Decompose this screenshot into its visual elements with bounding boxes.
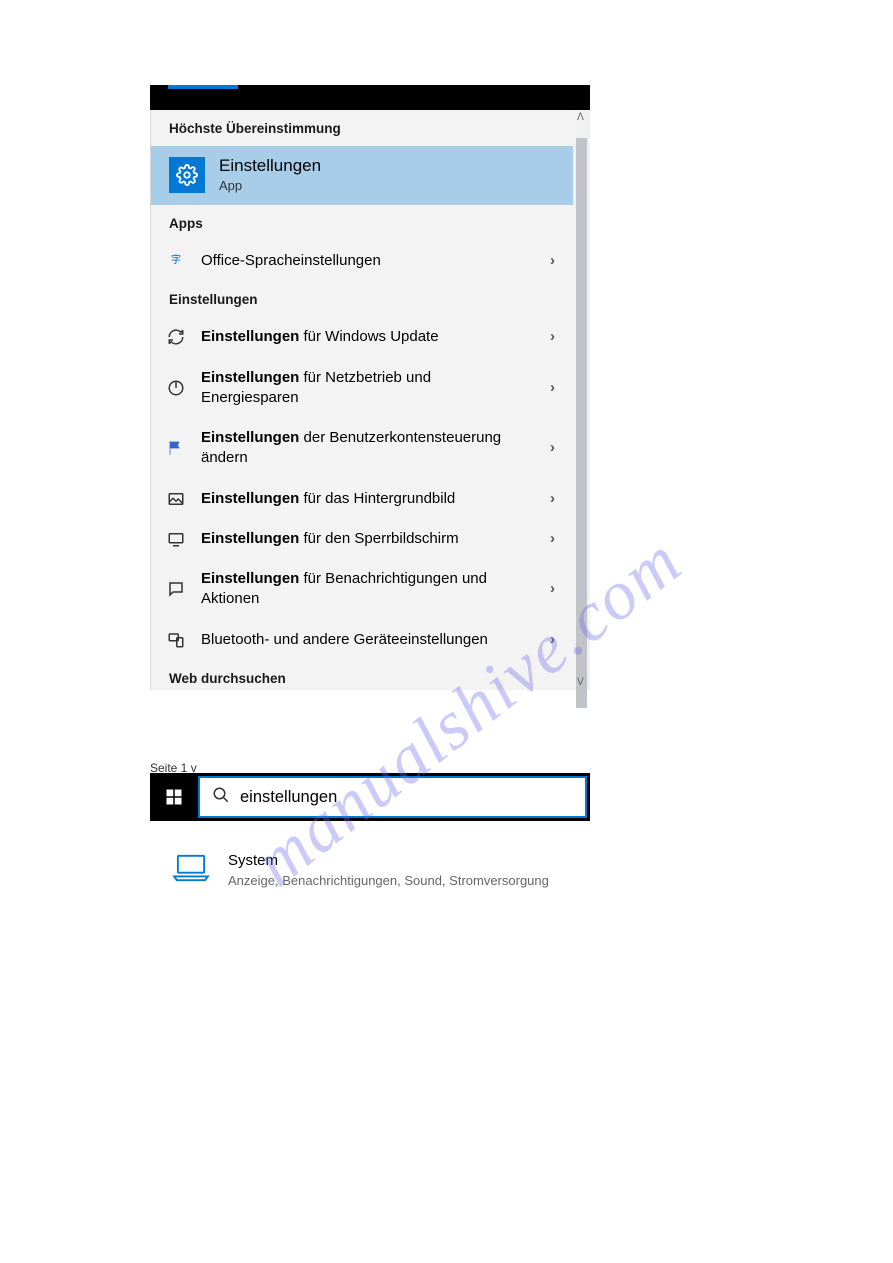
search-results-panel: ᐱ ᐯ Höchste Übereinstimmung Einstellunge…	[150, 110, 590, 690]
settings-header: Einstellungen	[151, 281, 573, 317]
result-bluetooth[interactable]: Bluetooth- und andere Geräteeinstellunge…	[151, 620, 573, 660]
best-match-title: Einstellungen	[219, 156, 321, 176]
chevron-right-icon: ›	[550, 251, 555, 271]
scroll-down-icon[interactable]: ᐯ	[577, 677, 584, 688]
system-settings-tile[interactable]: System Anzeige, Benachrichtigungen, Soun…	[172, 852, 549, 890]
result-label: Einstellungen für den Sperrbildschirm	[201, 529, 536, 549]
language-icon: 字	[165, 254, 187, 268]
result-label: Einstellungen für Benachrichtigungen und…	[201, 569, 536, 610]
chevron-right-icon: ›	[550, 489, 555, 509]
result-windows-update[interactable]: Einstellungen für Windows Update ›	[151, 317, 573, 357]
result-office-language[interactable]: 字 Office-Spracheinstellungen ›	[151, 241, 573, 281]
result-label: Office-Spracheinstellungen	[201, 251, 536, 271]
result-label: Einstellungen für das Hintergrundbild	[201, 489, 536, 509]
chevron-right-icon: ›	[550, 630, 555, 650]
results-content: Höchste Übereinstimmung Einstellungen Ap…	[151, 110, 573, 690]
chevron-right-icon: ›	[550, 378, 555, 398]
result-label: Einstellungen für Netzbetrieb und Energi…	[201, 368, 536, 409]
best-match-subtitle: App	[219, 178, 321, 193]
result-label: Bluetooth- und andere Geräteeinstellunge…	[201, 630, 536, 650]
system-tile-desc: Anzeige, Benachrichtigungen, Sound, Stro…	[228, 872, 549, 890]
chevron-right-icon: ›	[550, 579, 555, 599]
result-notifications[interactable]: Einstellungen für Benachrichtigungen und…	[151, 559, 573, 620]
chevron-right-icon: ›	[550, 529, 555, 549]
apps-header: Apps	[151, 205, 573, 241]
windows-logo-icon	[165, 788, 183, 806]
scroll-thumb[interactable]	[576, 138, 587, 708]
result-background[interactable]: Einstellungen für das Hintergrundbild ›	[151, 479, 573, 519]
taskbar-search-box[interactable]	[198, 776, 587, 818]
window-titlebar	[150, 85, 590, 110]
result-label: Einstellungen für Windows Update	[201, 327, 536, 347]
laptop-icon	[172, 852, 210, 887]
result-label: Einstellungen der Benutzerkontensteuerun…	[201, 428, 536, 469]
start-button[interactable]	[150, 773, 198, 821]
chevron-right-icon: ›	[550, 327, 555, 347]
scrollbar[interactable]: ᐱ ᐯ	[573, 110, 590, 690]
comment-icon	[165, 580, 187, 598]
flag-icon	[165, 439, 187, 457]
taskbar	[150, 773, 590, 821]
search-input[interactable]	[240, 788, 573, 807]
power-icon	[165, 379, 187, 397]
accent-line	[168, 85, 238, 89]
web-header: Web durchsuchen	[151, 660, 573, 690]
result-lockscreen[interactable]: Einstellungen für den Sperrbildschirm ›	[151, 519, 573, 559]
image-icon	[165, 490, 187, 508]
best-match-header: Höchste Übereinstimmung	[151, 110, 573, 146]
chevron-right-icon: ›	[550, 438, 555, 458]
search-icon	[212, 786, 230, 809]
devices-icon	[165, 631, 187, 649]
result-uac[interactable]: Einstellungen der Benutzerkontensteuerun…	[151, 418, 573, 479]
result-power[interactable]: Einstellungen für Netzbetrieb und Energi…	[151, 358, 573, 419]
settings-app-icon	[169, 157, 205, 193]
sync-icon	[165, 328, 187, 346]
system-tile-title: System	[228, 852, 549, 869]
search-panel-container: ᐱ ᐯ Höchste Übereinstimmung Einstellunge…	[150, 85, 590, 690]
scroll-up-icon[interactable]: ᐱ	[577, 112, 584, 123]
best-match-result[interactable]: Einstellungen App	[151, 146, 573, 205]
monitor-icon	[165, 530, 187, 548]
